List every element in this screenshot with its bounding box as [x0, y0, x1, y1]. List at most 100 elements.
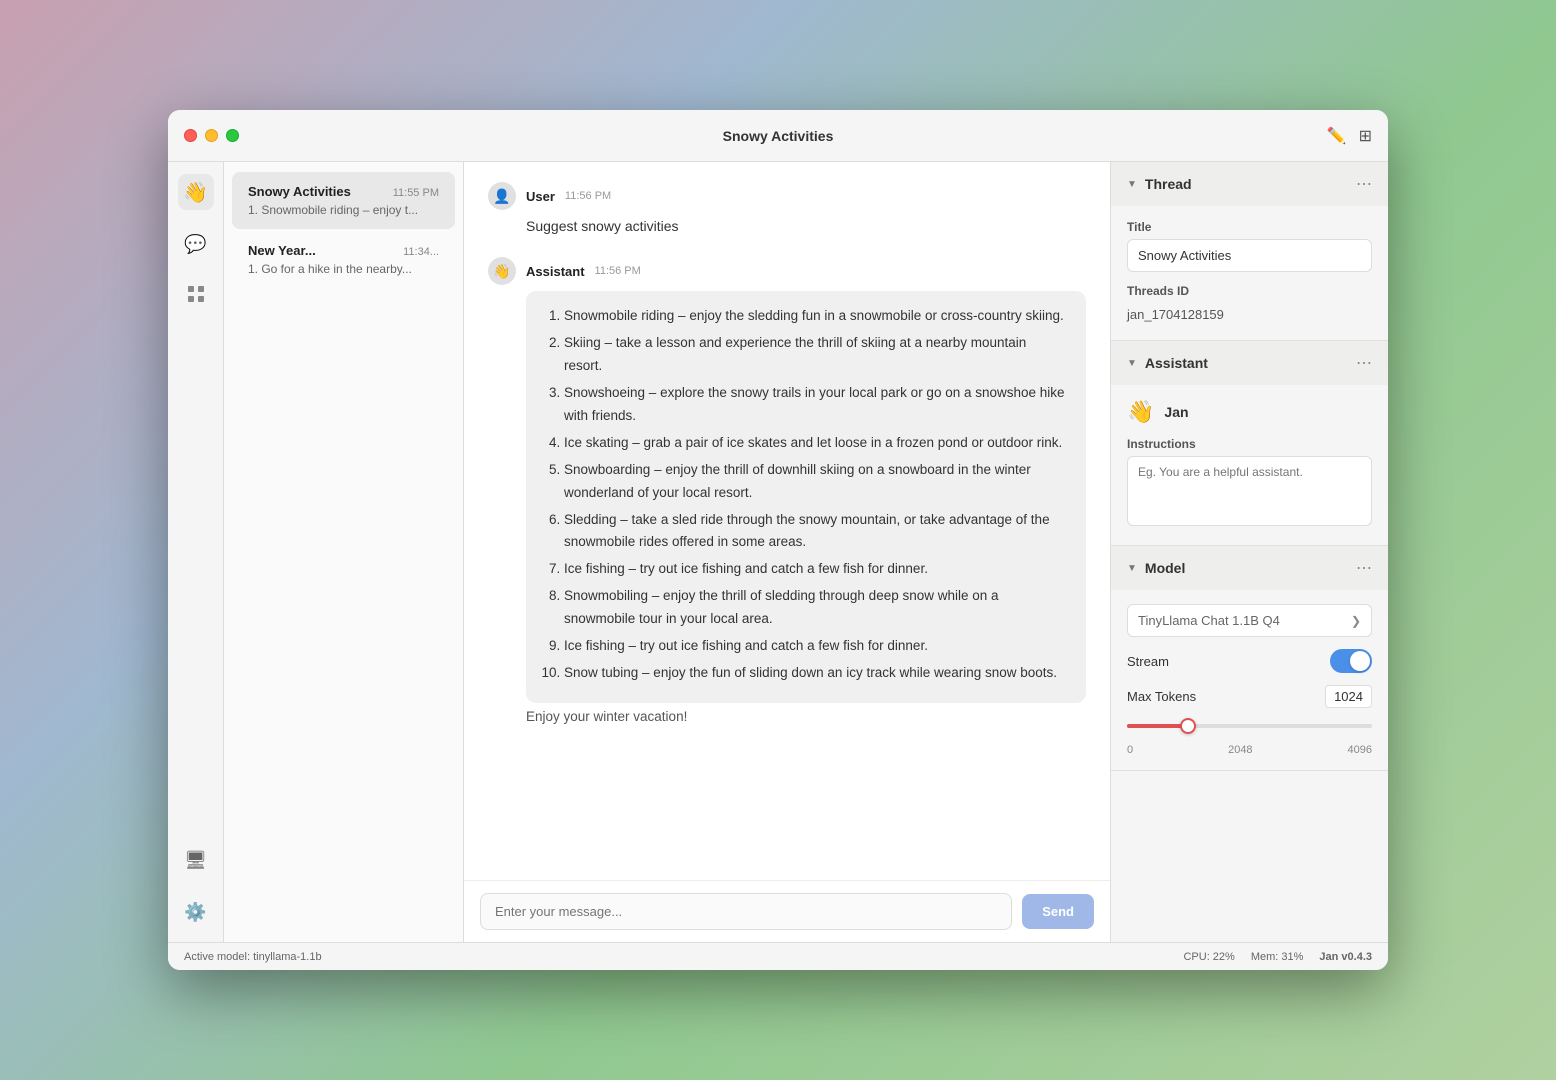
sidebar-item-chat[interactable]: 💬	[178, 226, 214, 262]
instructions-textarea[interactable]	[1127, 456, 1372, 526]
list-item: Snowshoeing – explore the snowy trails i…	[564, 382, 1068, 428]
user-avatar-icon: 👤	[493, 188, 510, 205]
stream-toggle[interactable]	[1330, 649, 1372, 673]
message-user: 👤 User 11:56 PM Suggest snowy activities	[488, 182, 1086, 237]
model-name: TinyLlama Chat 1.1B Q4	[1138, 613, 1351, 628]
maximize-button[interactable]	[226, 129, 239, 142]
more-options-icon[interactable]: ⋯	[1356, 353, 1372, 373]
slider-fill	[1127, 724, 1188, 728]
slider-max-label: 4096	[1348, 744, 1372, 756]
model-selector[interactable]: TinyLlama Chat 1.1B Q4 ❯	[1127, 604, 1372, 637]
monitor-icon: 🖥	[184, 850, 207, 871]
assistant-avatar-icon: 👋	[493, 263, 510, 280]
thread-section: ▼ Thread ⋯ Title Snowy Activities Thread…	[1111, 162, 1388, 341]
stream-label: Stream	[1127, 654, 1169, 669]
max-tokens-row: Max Tokens 1024 0 2048 4096	[1127, 685, 1372, 756]
app-version: Jan v0.4.3	[1319, 951, 1372, 963]
max-tokens-slider[interactable]	[1127, 716, 1372, 736]
sidebar-item-wave[interactable]: 👋	[178, 174, 214, 210]
slider-track	[1127, 724, 1372, 728]
grid-icon	[187, 285, 205, 308]
mem-usage: Mem: 31%	[1251, 951, 1304, 963]
slider-mid-label: 2048	[1228, 744, 1252, 756]
model-section: ▼ Model ⋯ TinyLlama Chat 1.1B Q4 ❯ Strea…	[1111, 546, 1388, 771]
chat-input[interactable]	[480, 893, 1012, 930]
message-assistant: 👋 Assistant 11:56 PM Snowmobile riding –…	[488, 257, 1086, 724]
main-content: 👋 💬 🖥 ⚙️	[168, 162, 1388, 942]
message-sender: User	[526, 189, 555, 204]
slider-thumb[interactable]	[1180, 718, 1196, 734]
thread-section-title: Thread	[1145, 176, 1356, 192]
stream-row: Stream	[1127, 649, 1372, 673]
thread-item-preview: 1. Go for a hike in the nearby...	[248, 262, 439, 276]
hand-wave-icon: 👋	[183, 180, 208, 205]
more-options-icon[interactable]: ⋯	[1356, 174, 1372, 194]
activity-list: Snowmobile riding – enjoy the sledding f…	[544, 305, 1068, 685]
right-panel: ▼ Thread ⋯ Title Snowy Activities Thread…	[1110, 162, 1388, 942]
thread-item-header: New Year... 11:34...	[248, 243, 439, 258]
thread-item-header: Snowy Activities 11:55 PM	[248, 184, 439, 199]
threads-id-field: Threads ID jan_1704128159	[1127, 284, 1372, 326]
assistant-section-title: Assistant	[1145, 355, 1356, 371]
thread-item-preview: 1. Snowmobile riding – enjoy t...	[248, 203, 439, 217]
message-time: 11:56 PM	[595, 265, 641, 277]
message-header: 👋 Assistant 11:56 PM	[488, 257, 1086, 285]
model-section-content: TinyLlama Chat 1.1B Q4 ❯ Stream Max Toke…	[1111, 590, 1388, 770]
chevron-right-icon: ❯	[1351, 614, 1361, 628]
assistant-section: ▼ Assistant ⋯ 👋 Jan Instructions	[1111, 341, 1388, 546]
thread-section-header[interactable]: ▼ Thread ⋯	[1111, 162, 1388, 206]
instructions-field: Instructions	[1127, 437, 1372, 531]
list-item: Ice fishing – try out ice fishing and ca…	[564, 558, 1068, 581]
sidebar-item-grid[interactable]	[178, 278, 214, 314]
title-bar-actions: ✏️ ⊞	[1327, 126, 1372, 146]
chevron-down-icon: ▼	[1127, 358, 1137, 369]
chevron-down-icon: ▼	[1127, 563, 1137, 574]
list-item: Ice fishing – try out ice fishing and ca…	[564, 635, 1068, 658]
assistant-bubble: Snowmobile riding – enjoy the sledding f…	[526, 291, 1086, 703]
active-model-label: Active model: tinyllama-1.1b	[184, 951, 322, 963]
assistant-section-header[interactable]: ▼ Assistant ⋯	[1111, 341, 1388, 385]
title-label: Title	[1127, 220, 1372, 234]
model-section-header[interactable]: ▼ Model ⋯	[1111, 546, 1388, 590]
thread-title-field: Title Snowy Activities	[1127, 220, 1372, 272]
thread-item-time: 11:55 PM	[393, 187, 439, 199]
list-item: Snowmobile riding – enjoy the sledding f…	[564, 305, 1068, 328]
avatar: 👋	[488, 257, 516, 285]
close-button[interactable]	[184, 129, 197, 142]
status-bar-right: CPU: 22% Mem: 31% Jan v0.4.3	[1183, 951, 1372, 963]
sidebar-toggle-icon[interactable]: ⊞	[1359, 126, 1372, 146]
chat-area: 👤 User 11:56 PM Suggest snowy activities…	[464, 162, 1110, 942]
slider-min-label: 0	[1127, 744, 1133, 756]
thread-list: Snowy Activities 11:55 PM 1. Snowmobile …	[224, 162, 464, 942]
more-options-icon[interactable]: ⋯	[1356, 558, 1372, 578]
model-section-title: Model	[1145, 560, 1356, 576]
title-value: Snowy Activities	[1127, 239, 1372, 272]
message-header: 👤 User 11:56 PM	[488, 182, 1086, 210]
instructions-label: Instructions	[1127, 437, 1372, 451]
list-item: Ice skating – grab a pair of ice skates …	[564, 432, 1068, 455]
thread-section-content: Title Snowy Activities Threads ID jan_17…	[1111, 206, 1388, 340]
list-item: Snowboarding – enjoy the thrill of downh…	[564, 459, 1068, 505]
chat-input-area: Send	[464, 880, 1110, 942]
thread-item[interactable]: New Year... 11:34... 1. Go for a hike in…	[232, 231, 455, 288]
sidebar-item-monitor[interactable]: 🖥	[178, 842, 214, 878]
chevron-down-icon: ▼	[1127, 179, 1137, 190]
threads-id-value: jan_1704128159	[1127, 303, 1372, 326]
slider-labels: 0 2048 4096	[1127, 744, 1372, 756]
app-window: Snowy Activities ✏️ ⊞ 👋 💬	[168, 110, 1388, 970]
send-button[interactable]: Send	[1022, 894, 1094, 929]
message-body: Suggest snowy activities	[526, 216, 1086, 237]
compose-icon[interactable]: ✏️	[1327, 126, 1347, 146]
list-item: Skiing – take a lesson and experience th…	[564, 332, 1068, 378]
thread-item-title: New Year...	[248, 243, 316, 258]
sidebar-item-settings[interactable]: ⚙️	[178, 894, 214, 930]
max-tokens-value: 1024	[1325, 685, 1372, 708]
minimize-button[interactable]	[205, 129, 218, 142]
thread-item[interactable]: Snowy Activities 11:55 PM 1. Snowmobile …	[232, 172, 455, 229]
cpu-usage: CPU: 22%	[1183, 951, 1234, 963]
max-tokens-label: Max Tokens	[1127, 689, 1196, 704]
title-bar: Snowy Activities ✏️ ⊞	[168, 110, 1388, 162]
sidebar-icons: 👋 💬 🖥 ⚙️	[168, 162, 224, 942]
avatar: 👤	[488, 182, 516, 210]
assistant-section-content: 👋 Jan Instructions	[1111, 385, 1388, 545]
